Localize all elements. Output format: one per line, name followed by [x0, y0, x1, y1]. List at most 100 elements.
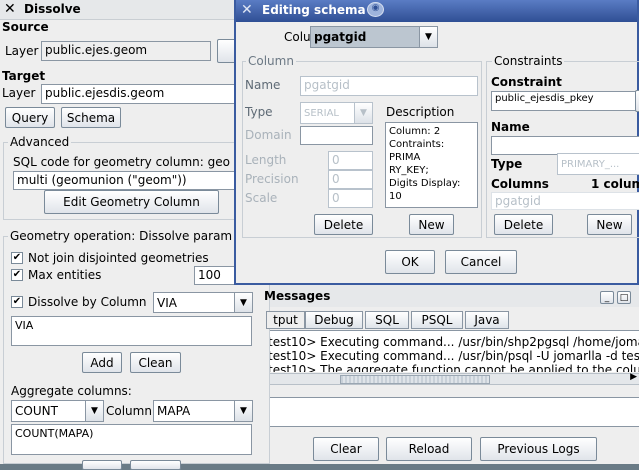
source-layer-label: Layer — [5, 44, 39, 58]
constraint-field[interactable]: public_ejesdis_pkey — [491, 91, 637, 111]
log-line: test10> Executing command... /usr/bin/sh… — [270, 335, 639, 349]
tab-output[interactable]: tput — [266, 311, 305, 329]
tab-debug[interactable]: Debug — [305, 311, 363, 329]
constraint-delete-button[interactable]: Delete — [494, 214, 553, 235]
tab-java[interactable]: Java — [465, 311, 509, 329]
constraint-type-label: Type — [491, 157, 523, 171]
constraint-label: Constraint — [491, 75, 562, 89]
operation-label: Geometry operation: Dissolve param — [8, 229, 235, 243]
schema-button[interactable]: Schema — [61, 107, 121, 128]
column-select[interactable]: pgatgid ▼ — [310, 26, 438, 48]
sql-field[interactable]: multi (geomunion ("geom")) — [13, 171, 270, 190]
dissolve-title: Dissolve — [24, 2, 81, 16]
max-entities-checkbox[interactable]: ✔ — [11, 269, 23, 281]
dissolve-by-select[interactable]: VIA ▼ — [153, 292, 253, 313]
tab-sql[interactable]: SQL — [365, 311, 409, 329]
dissolve-titlebar[interactable]: ✕ Dissolve — [0, 0, 270, 20]
dissolve-by-value: VIA — [157, 295, 177, 310]
aggregate-add-button[interactable] — [82, 460, 122, 470]
target-label: Target — [2, 69, 46, 83]
precision-field[interactable]: 0 — [328, 170, 373, 189]
max-entities-label: Max entities — [28, 268, 102, 282]
window-menu-icon[interactable]: ✕ — [4, 1, 16, 17]
not-join-label: Not join disjointed geometries — [28, 251, 209, 265]
chevron-down-icon: ▼ — [354, 103, 372, 123]
scrollbar-thumb[interactable] — [340, 375, 490, 384]
aggregate-list[interactable]: COUNT(MAPA) — [11, 424, 252, 455]
messages-tabs: tput Debug SQL PSQL Java — [266, 311, 639, 330]
length-label: Length — [245, 153, 287, 167]
type-label: Type — [245, 105, 273, 119]
column-select-value: pgatgid — [314, 30, 367, 44]
schema-title: Editing schema — [262, 3, 366, 17]
aggregate-clean-button[interactable] — [130, 460, 181, 470]
domain-field[interactable] — [300, 126, 373, 145]
constraint-type-select[interactable]: PRIMARY_... — [557, 153, 639, 175]
horizontal-scrollbar[interactable]: ▶ — [270, 372, 639, 385]
source-layer-field[interactable]: public.ejes.geom — [41, 41, 211, 61]
name-label: Name — [245, 78, 281, 92]
chevron-down-icon: ▼ — [234, 293, 252, 312]
description-text[interactable]: Column: 2 Contraints: PRIMA RY_KEY; Digi… — [385, 122, 478, 208]
chevron-down-icon: ▼ — [85, 401, 103, 421]
window-menu-icon[interactable]: ✕ — [241, 2, 253, 18]
aggregate-label: Aggregate columns: — [11, 384, 132, 398]
output-area[interactable] — [270, 397, 639, 427]
clean-button[interactable]: Clean — [130, 352, 181, 373]
maximize-icon[interactable]: □ — [617, 291, 631, 304]
description-label: Description — [386, 105, 455, 119]
roll-up-icon[interactable]: ◉ — [367, 2, 384, 17]
columns-label: Columns — [491, 177, 549, 191]
sql-label: SQL code for geometry column: geo — [13, 155, 230, 169]
constraint-button[interactable] — [635, 90, 639, 112]
type-select-value: SERIAL — [304, 107, 339, 119]
columns-field[interactable]: pgatgid — [491, 192, 639, 210]
name-field[interactable]: pgatgid — [300, 76, 478, 96]
column-delete-button[interactable]: Delete — [314, 214, 373, 235]
scale-label: Scale — [245, 191, 278, 205]
ok-button[interactable]: OK — [385, 250, 435, 274]
advanced-label: Advanced — [8, 135, 72, 149]
dissolve-by-checkbox[interactable]: ✔ — [11, 296, 23, 308]
edit-geometry-button[interactable]: Edit Geometry Column — [44, 190, 219, 214]
column-new-button[interactable]: New — [409, 214, 454, 235]
precision-label: Precision — [245, 172, 299, 186]
aggregate-column-select[interactable]: MAPA ▼ — [153, 400, 253, 422]
log-area[interactable]: test10> Executing command... /usr/bin/sh… — [270, 330, 639, 372]
minimize-icon[interactable]: _ — [600, 291, 614, 304]
dissolve-window: ✕ Dissolve Source Layer public.ejes.geom… — [0, 0, 270, 470]
target-layer-label: Layer — [2, 86, 36, 100]
type-select[interactable]: SERIAL ▼ — [300, 102, 373, 124]
aggregate-column-value: MAPA — [157, 404, 191, 418]
cancel-button[interactable]: Cancel — [445, 250, 517, 274]
add-button[interactable]: Add — [82, 352, 122, 373]
reload-button[interactable]: Reload — [386, 437, 472, 461]
chevron-down-icon: ▼ — [419, 27, 437, 47]
scroll-right-icon[interactable]: ▶ — [630, 372, 637, 382]
scale-field[interactable]: 0 — [328, 189, 373, 208]
length-field[interactable]: 0 — [328, 151, 373, 170]
dissolve-list[interactable]: VIA — [11, 316, 252, 346]
not-join-checkbox[interactable]: ✔ — [11, 252, 23, 264]
messages-window: Messages _ □ tput Debug SQL PSQL Java te… — [264, 285, 639, 464]
column-label: Column — [106, 404, 152, 418]
column-group-label: Column — [246, 54, 296, 68]
constraint-new-button[interactable]: New — [587, 214, 632, 235]
dissolve-by-label: Dissolve by Column — [28, 295, 147, 309]
aggregate-function-select[interactable]: COUNT ▼ — [11, 400, 104, 422]
chevron-down-icon: ▼ — [234, 401, 252, 421]
constraints-group-label: Constraints — [492, 54, 565, 68]
aggregate-function-value: COUNT — [15, 404, 58, 418]
log-line: test10> The aggregate function cannot be… — [270, 363, 639, 372]
messages-titlebar[interactable]: Messages _ □ — [264, 285, 639, 307]
constraint-name-label: Name — [491, 120, 530, 134]
constraint-type-value: PRIMARY_... — [561, 158, 620, 170]
previous-logs-button[interactable]: Previous Logs — [480, 437, 597, 461]
messages-title: Messages — [264, 289, 331, 303]
schema-titlebar[interactable]: ✕ Editing schema ◉ — [236, 0, 637, 22]
clear-button[interactable]: Clear — [313, 437, 379, 461]
tab-psql[interactable]: PSQL — [411, 311, 463, 329]
domain-label: Domain — [245, 128, 292, 142]
log-line: test10> Executing command... /usr/bin/ps… — [270, 349, 639, 363]
query-button[interactable]: Query — [5, 107, 55, 128]
